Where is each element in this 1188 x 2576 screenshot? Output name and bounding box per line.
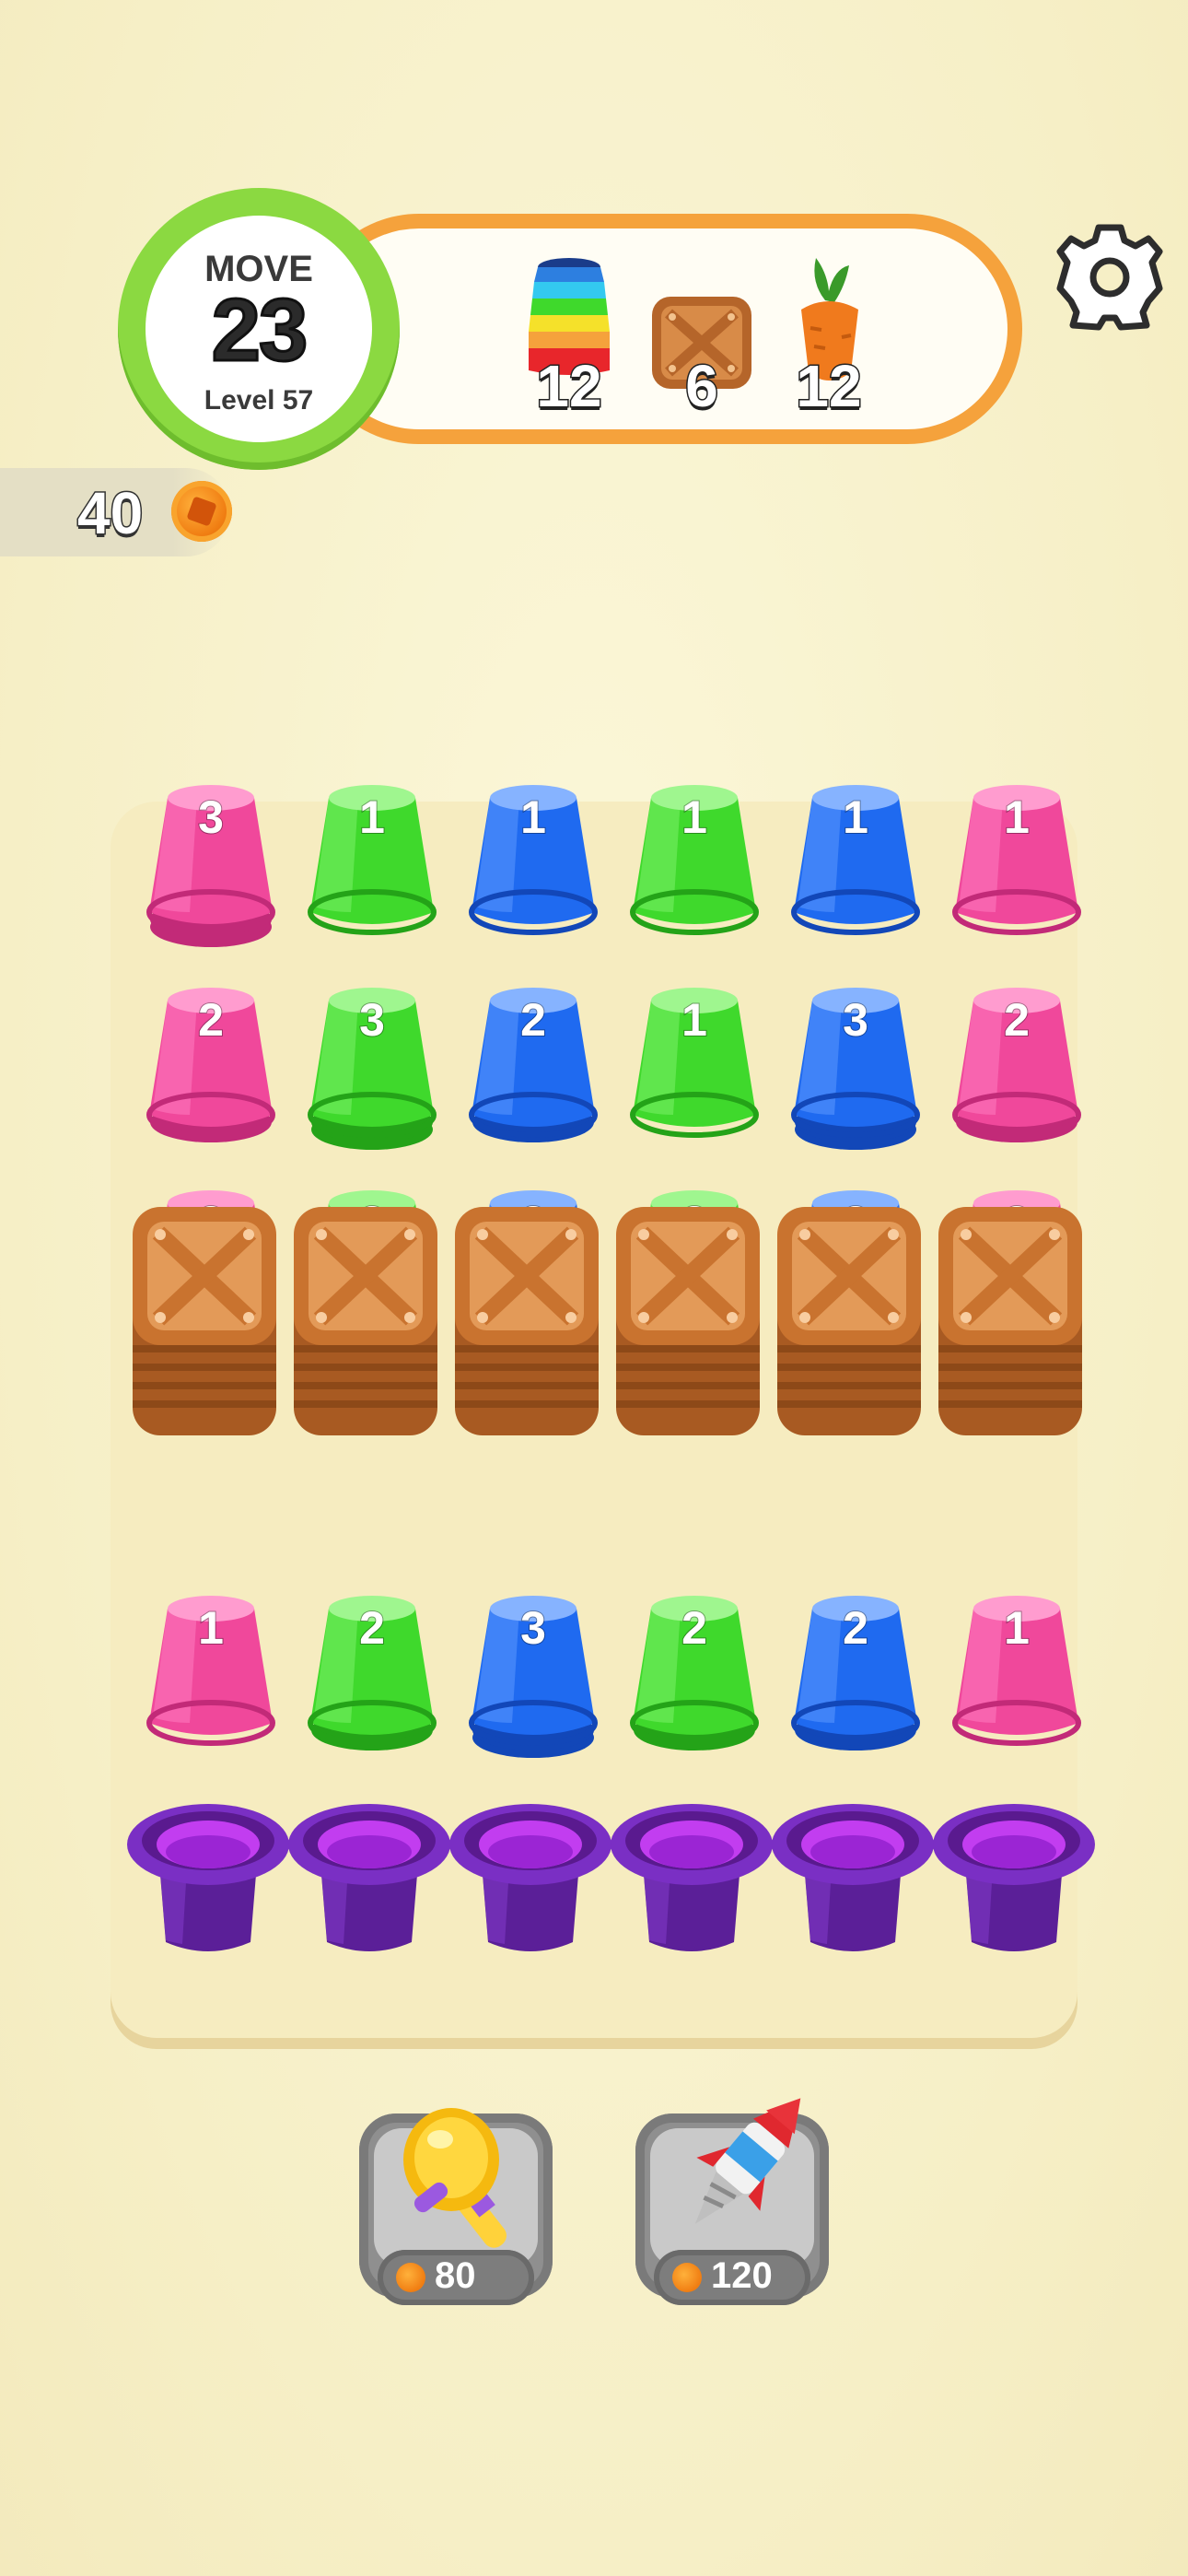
magic-hat-icon bbox=[933, 1804, 1095, 1951]
cup-count: 2 bbox=[197, 993, 225, 1047]
cup-count: 2 bbox=[519, 993, 547, 1047]
green-cup-stack[interactable]: 1 bbox=[616, 977, 773, 1142]
wooden-crate-icon bbox=[938, 1207, 1082, 1435]
coin-icon bbox=[396, 2263, 425, 2292]
crate-stack[interactable] bbox=[453, 1207, 600, 1437]
cup-count: 1 bbox=[681, 790, 708, 844]
goal-count: 12 bbox=[535, 352, 603, 421]
booster-price-value: 120 bbox=[711, 2255, 773, 2296]
blue-cup-stack[interactable]: 1 bbox=[777, 774, 934, 940]
booster-price: 80 bbox=[378, 2250, 534, 2305]
blue-cup-stack[interactable]: 2 bbox=[455, 977, 611, 1142]
cup-count: 1 bbox=[842, 790, 869, 844]
cup-count: 2 bbox=[1003, 993, 1031, 1047]
magic-hat[interactable] bbox=[288, 1787, 450, 1962]
blue-cup-stack[interactable]: 3 bbox=[455, 1585, 611, 1758]
green-cup-stack[interactable]: 1 bbox=[294, 774, 450, 940]
pink-cup-stack[interactable]: 1 bbox=[938, 774, 1095, 940]
goal-count: 6 bbox=[684, 352, 720, 421]
wooden-crate-icon bbox=[133, 1207, 276, 1435]
cup-count: 2 bbox=[842, 1601, 869, 1655]
cup-count: 3 bbox=[842, 993, 869, 1047]
magic-hat-icon bbox=[288, 1804, 450, 1951]
magic-hat-icon bbox=[127, 1804, 289, 1951]
crate-stack[interactable] bbox=[775, 1207, 923, 1437]
wooden-crate-icon bbox=[455, 1207, 599, 1435]
coin-icon bbox=[672, 2263, 702, 2292]
magic-hat[interactable] bbox=[449, 1787, 611, 1962]
moves-counter: MOVE 23 Level 57 bbox=[118, 188, 400, 470]
cup-count: 2 bbox=[358, 1601, 386, 1655]
magic-hat[interactable] bbox=[933, 1787, 1095, 1962]
pink-cup-stack[interactable]: 1 bbox=[938, 1585, 1095, 1751]
cup-count: 2 bbox=[681, 1601, 708, 1655]
blue-cup-stack[interactable]: 2 bbox=[777, 1585, 934, 1751]
green-cup-stack[interactable]: 3 bbox=[294, 977, 450, 1150]
cup-count: 1 bbox=[681, 993, 708, 1047]
coin-balance: 40 bbox=[76, 479, 144, 548]
magic-hat[interactable] bbox=[772, 1787, 934, 1962]
cup-count: 1 bbox=[519, 790, 547, 844]
moves-left: 23 bbox=[210, 280, 309, 381]
magic-hat-icon bbox=[449, 1804, 611, 1951]
game-board: 311111232132222222 bbox=[111, 785, 1095, 2038]
rocket-drill-booster-icon bbox=[694, 2098, 801, 2224]
pink-cup-stack[interactable]: 2 bbox=[938, 977, 1095, 1142]
rocket-booster-button[interactable]: 120 bbox=[635, 2098, 829, 2307]
green-cup-stack[interactable]: 2 bbox=[616, 1585, 773, 1751]
cup-count: 3 bbox=[197, 790, 225, 844]
magic-hat-icon bbox=[611, 1804, 773, 1951]
magnifier-booster-button[interactable]: 80 bbox=[359, 2108, 553, 2307]
wooden-crate-icon bbox=[616, 1207, 760, 1435]
goal-carrots: 12 bbox=[774, 254, 884, 421]
goal-crates: 6 bbox=[646, 254, 757, 421]
wooden-crate-icon bbox=[777, 1207, 921, 1435]
cup-count: 3 bbox=[519, 1601, 547, 1655]
blue-cup-stack[interactable]: 1 bbox=[455, 774, 611, 940]
goal-count: 12 bbox=[795, 352, 863, 421]
crate-stack[interactable] bbox=[937, 1207, 1084, 1437]
crate-stack[interactable] bbox=[292, 1207, 439, 1437]
booster-price: 120 bbox=[654, 2250, 810, 2305]
cup-count: 1 bbox=[1003, 790, 1031, 844]
pink-cup-stack[interactable]: 1 bbox=[133, 1585, 289, 1751]
green-cup-stack[interactable]: 1 bbox=[616, 774, 773, 940]
cup-count: 1 bbox=[358, 790, 386, 844]
goal-rainbow-cups: 12 bbox=[514, 254, 624, 421]
wooden-crate-icon bbox=[294, 1207, 437, 1435]
moves-counter-inner: MOVE 23 Level 57 bbox=[146, 216, 372, 442]
crate-stack[interactable] bbox=[131, 1207, 278, 1437]
cup-count: 1 bbox=[197, 1601, 225, 1655]
green-cup-stack[interactable]: 2 bbox=[294, 1585, 450, 1751]
booster-price-value: 80 bbox=[435, 2255, 476, 2296]
cup-count: 3 bbox=[358, 993, 386, 1047]
crate-stack[interactable] bbox=[614, 1207, 762, 1437]
blue-cup-stack[interactable]: 3 bbox=[777, 977, 934, 1150]
coin-icon bbox=[171, 481, 232, 542]
pink-cup-stack[interactable]: 3 bbox=[133, 774, 289, 947]
settings-button[interactable] bbox=[1050, 217, 1170, 337]
magic-hat[interactable] bbox=[611, 1787, 773, 1962]
level-label: Level 57 bbox=[204, 385, 314, 416]
cup-count: 1 bbox=[1003, 1601, 1031, 1655]
pink-cup-stack[interactable]: 2 bbox=[133, 977, 289, 1142]
gear-icon[interactable] bbox=[1050, 217, 1170, 337]
magnifier-booster-icon bbox=[403, 2108, 507, 2248]
magic-hat[interactable] bbox=[127, 1787, 289, 1962]
magic-hat-icon bbox=[772, 1804, 934, 1951]
